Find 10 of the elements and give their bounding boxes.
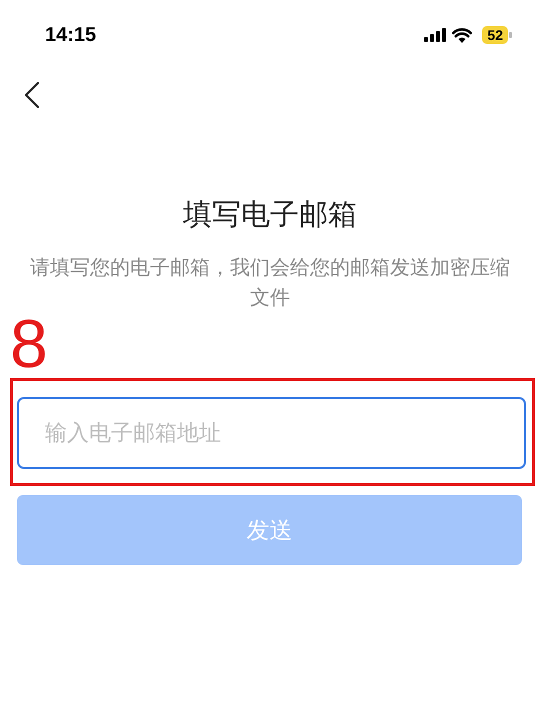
step-number: 8 — [10, 316, 48, 372]
email-field[interactable]: 输入电子邮箱地址 — [17, 397, 526, 469]
battery-cap-icon — [509, 32, 512, 38]
battery-level: 52 — [482, 26, 508, 44]
instruction-text: 请填写您的电子邮箱，我们会给您的邮箱发送加密压缩文件 — [29, 254, 511, 311]
page-title: 填写电子邮箱 — [182, 196, 358, 232]
clock-time: 14:15 — [45, 24, 96, 46]
signal-icon — [424, 28, 446, 42]
wifi-icon — [452, 28, 472, 42]
back-icon[interactable] — [24, 81, 40, 109]
